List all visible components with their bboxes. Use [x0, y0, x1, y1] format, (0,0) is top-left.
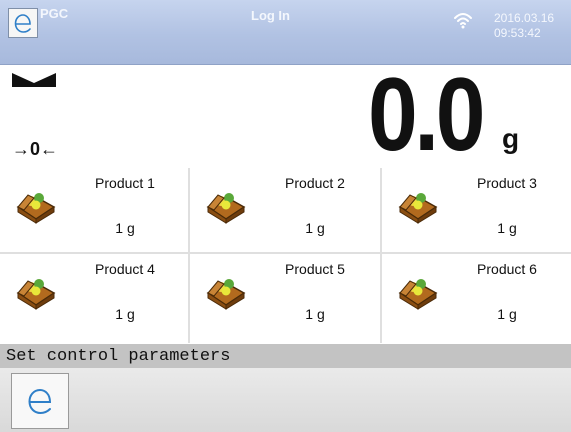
product-mass: 1 g: [305, 220, 325, 236]
product-name: Product 1: [95, 175, 155, 191]
weight-display: →0← 0.0 g: [0, 57, 571, 173]
stable-indicator-icon: [12, 73, 56, 87]
product-grid: Product 1 1 g Product 2 1 g Product 3 1 …: [0, 168, 571, 343]
product-name: Product 3: [477, 175, 537, 191]
bottom-toolbar: [0, 368, 571, 432]
app-title: PGC: [40, 6, 69, 21]
product-box-icon: [398, 193, 438, 224]
product-mass: 1 g: [115, 306, 135, 322]
product-box-icon: [206, 279, 246, 310]
login-button[interactable]: Log In: [251, 8, 290, 23]
product-mass: 1 g: [497, 306, 517, 322]
status-message: Set control parameters: [6, 347, 231, 366]
product-name: Product 2: [285, 175, 345, 191]
weight-unit: g: [502, 123, 520, 154]
top-bar: PGC Log In 2016.03.16 09:53:42: [0, 0, 571, 65]
product-name: Product 4: [95, 261, 155, 277]
product-tile-2[interactable]: Product 2 1 g: [190, 168, 380, 252]
status-bar: Set control parameters: [0, 344, 571, 368]
product-mass: 1 g: [115, 220, 135, 236]
date-text: 2016.03.16: [494, 11, 555, 25]
weight-value: 0.0: [368, 57, 485, 173]
product-tile-4[interactable]: Product 4 1 g: [0, 254, 188, 343]
product-tile-3[interactable]: Product 3 1 g: [382, 168, 571, 252]
product-box-icon: [16, 279, 56, 310]
product-name: Product 6: [477, 261, 537, 277]
product-box-icon: [16, 193, 56, 224]
home-button[interactable]: [11, 373, 69, 429]
time-text: 09:53:42: [494, 26, 541, 40]
e-logo-icon: [14, 14, 31, 33]
product-tile-5[interactable]: Product 5 1 g: [190, 254, 380, 343]
product-name: Product 5: [285, 261, 345, 277]
product-box-icon: [206, 193, 246, 224]
product-mass: 1 g: [305, 306, 325, 322]
product-box-icon: [398, 279, 438, 310]
zero-indicator: →0←: [12, 139, 59, 159]
wifi-icon: [454, 13, 472, 29]
product-tile-1[interactable]: Product 1 1 g: [0, 168, 188, 252]
e-logo-icon: [28, 388, 52, 415]
datetime: 2016.03.16 09:53:42: [494, 11, 554, 41]
product-tile-6[interactable]: Product 6 1 g: [382, 254, 571, 343]
logo[interactable]: [8, 8, 38, 38]
product-mass: 1 g: [497, 220, 517, 236]
